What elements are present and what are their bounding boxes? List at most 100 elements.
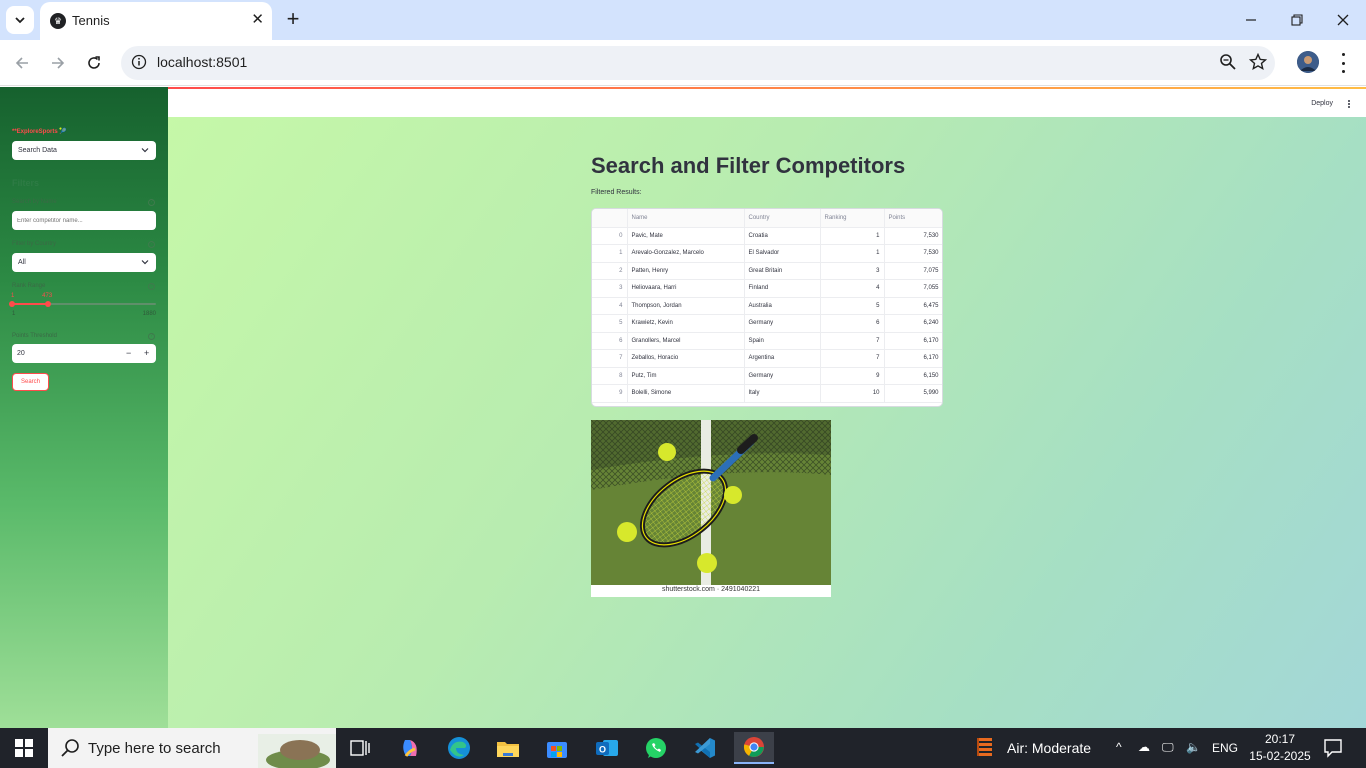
taskbar-search-box[interactable]: Type here to search xyxy=(48,728,336,768)
help-icon[interactable]: ? xyxy=(148,199,155,206)
chrome-app[interactable] xyxy=(734,732,774,764)
help-icon[interactable]: ? xyxy=(148,333,155,340)
points-cell[interactable]: 7,530 xyxy=(884,244,942,263)
start-button[interactable] xyxy=(0,728,48,768)
forward-button[interactable] xyxy=(46,51,70,75)
table-row[interactable]: 9 Bolelli, Simone Italy 10 5,990 xyxy=(592,384,942,403)
table-row[interactable]: 8 Putz, Tim Germany 9 6,150 xyxy=(592,367,942,385)
points-cell[interactable]: 7,530 xyxy=(884,227,942,245)
country-cell[interactable]: Great Britain xyxy=(744,262,821,280)
browser-tab[interactable]: ♛ Tennis ✕ xyxy=(40,2,272,40)
store-app[interactable] xyxy=(537,732,577,764)
restore-button[interactable] xyxy=(1282,8,1312,32)
task-view-button[interactable] xyxy=(340,732,380,764)
vscode-app[interactable] xyxy=(685,732,725,764)
name-cell[interactable]: Thompson, Jordan xyxy=(627,297,745,315)
table-row[interactable]: 4 Thompson, Jordan Australia 5 6,475 xyxy=(592,297,942,315)
input-language[interactable]: ENG xyxy=(1212,741,1238,755)
ranking-cell[interactable]: 6 xyxy=(820,314,885,333)
back-button[interactable] xyxy=(10,51,34,75)
column-header-name[interactable]: Name xyxy=(627,209,745,228)
row-index-cell[interactable]: 4 xyxy=(592,297,628,315)
clock-time[interactable]: 20:17 xyxy=(1250,732,1310,746)
points-cell[interactable]: 5,990 xyxy=(884,384,942,403)
minimize-button[interactable] xyxy=(1236,8,1266,32)
points-cell[interactable]: 6,150 xyxy=(884,367,942,385)
browser-menu-button[interactable] xyxy=(1334,53,1352,73)
country-cell[interactable]: Finland xyxy=(744,279,821,298)
country-cell[interactable]: Germany xyxy=(744,314,821,333)
clock-date[interactable]: 15-02-2025 xyxy=(1246,749,1314,763)
ranking-cell[interactable]: 3 xyxy=(820,262,885,280)
row-index-cell[interactable]: 6 xyxy=(592,332,628,350)
row-index-cell[interactable]: 3 xyxy=(592,279,628,298)
name-cell[interactable]: Bolelli, Simone xyxy=(627,384,745,403)
weather-icon[interactable] xyxy=(974,736,998,760)
name-cell[interactable]: Arevalo-Gonzalez, Marcelo xyxy=(627,244,745,263)
table-row[interactable]: 1 Arevalo-Gonzalez, Marcelo El Salvador 1 7,… xyxy=(592,244,942,263)
url-text[interactable]: localhost:8501 xyxy=(157,54,247,70)
points-cell[interactable]: 7,055 xyxy=(884,279,942,298)
row-index-cell[interactable]: 7 xyxy=(592,349,628,368)
name-cell[interactable]: Putz, Tim xyxy=(627,367,745,385)
points-cell[interactable]: 7,075 xyxy=(884,262,942,280)
help-icon[interactable]: ? xyxy=(148,241,155,248)
ranking-cell[interactable]: 9 xyxy=(820,367,885,385)
country-cell[interactable]: Germany xyxy=(744,367,821,385)
country-cell[interactable]: El Salvador xyxy=(744,244,821,263)
ranking-cell[interactable]: 7 xyxy=(820,332,885,350)
deploy-button[interactable]: Deploy xyxy=(1311,100,1333,107)
points-cell[interactable]: 6,240 xyxy=(884,314,942,333)
row-index-cell[interactable]: 2 xyxy=(592,262,628,280)
reload-button[interactable] xyxy=(82,51,106,75)
page-select[interactable]: Search Data xyxy=(12,141,156,160)
country-cell[interactable]: Italy xyxy=(744,384,821,403)
name-cell[interactable]: Pavic, Mate xyxy=(627,227,745,245)
rank-range-slider[interactable]: 1 473 1 1880 xyxy=(9,292,156,317)
country-select[interactable]: All xyxy=(12,253,156,272)
close-window-button[interactable] xyxy=(1328,8,1358,32)
notification-icon[interactable] xyxy=(1323,738,1343,758)
row-index-cell[interactable]: 5 xyxy=(592,314,628,333)
points-cell[interactable]: 6,170 xyxy=(884,332,942,350)
site-info-icon[interactable] xyxy=(131,54,147,70)
row-index-cell[interactable]: 9 xyxy=(592,384,628,403)
tab-search-button[interactable] xyxy=(6,6,34,34)
air-quality-status[interactable]: Air: Moderate xyxy=(1007,740,1091,756)
column-header-ranking[interactable]: Ranking xyxy=(820,209,885,228)
taskbar-search-placeholder[interactable]: Type here to search xyxy=(88,740,221,757)
column-header-index[interactable] xyxy=(592,209,628,228)
ranking-cell[interactable]: 10 xyxy=(820,384,885,403)
search-name-input[interactable] xyxy=(12,211,156,230)
whatsapp-app[interactable] xyxy=(636,732,676,764)
table-row[interactable]: 0 Pavic, Mate Croatia 1 7,530 xyxy=(592,227,942,245)
country-cell[interactable]: Argentina xyxy=(744,349,821,368)
country-cell[interactable]: Spain xyxy=(744,332,821,350)
results-dataframe[interactable]: Name Country Ranking Points 0 Pavic, Mate… xyxy=(591,208,943,407)
points-cell[interactable]: 6,475 xyxy=(884,297,942,315)
name-cell[interactable]: Heliovaara, Harri xyxy=(627,279,745,298)
slider-thumb-low[interactable] xyxy=(9,301,15,307)
column-header-points[interactable]: Points xyxy=(884,209,942,228)
row-index-cell[interactable]: 8 xyxy=(592,367,628,385)
name-cell[interactable]: Zeballos, Horacio xyxy=(627,349,745,368)
ranking-cell[interactable]: 7 xyxy=(820,349,885,368)
row-index-cell[interactable]: 0 xyxy=(592,227,628,245)
row-index-cell[interactable]: 1 xyxy=(592,244,628,263)
edge-app[interactable] xyxy=(439,732,479,764)
new-tab-button[interactable]: + xyxy=(282,8,304,30)
profile-avatar[interactable] xyxy=(1297,51,1319,73)
slider-thumb-high[interactable] xyxy=(45,301,52,307)
name-cell[interactable]: Krawietz, Kevin xyxy=(627,314,745,333)
outlook-app[interactable]: O xyxy=(587,732,627,764)
file-explorer-app[interactable] xyxy=(488,732,528,764)
zoom-icon[interactable] xyxy=(1219,53,1237,71)
app-menu-button[interactable] xyxy=(1346,100,1352,108)
ranking-cell[interactable]: 1 xyxy=(820,244,885,263)
search-button[interactable]: Search xyxy=(12,373,49,391)
show-hidden-icons-chevron-icon[interactable]: ^ xyxy=(1116,740,1122,754)
decrement-button[interactable]: − xyxy=(126,348,131,358)
points-number-input[interactable]: 20 − + xyxy=(12,344,156,363)
country-cell[interactable]: Australia xyxy=(744,297,821,315)
copilot-app[interactable] xyxy=(390,732,430,764)
